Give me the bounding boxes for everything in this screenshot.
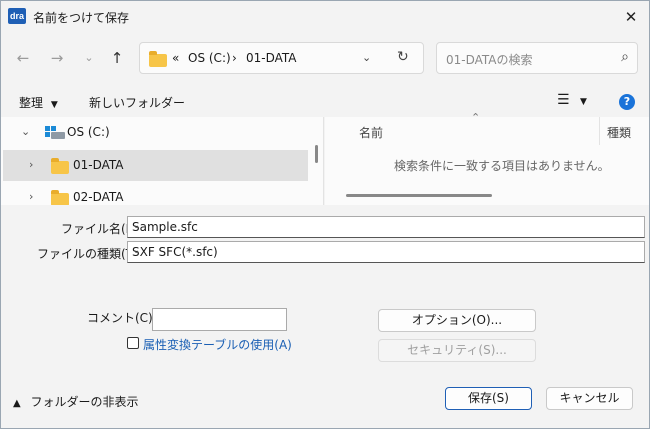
breadcrumb-separator[interactable]: › — [232, 51, 237, 65]
arrow-right-icon: → — [50, 49, 64, 67]
search-icon[interactable]: ⌕ — [621, 49, 629, 65]
arrow-up-icon: ↑ — [110, 49, 124, 67]
column-header-name[interactable]: 名前 — [359, 124, 383, 141]
organize-menu[interactable]: 整理 ▼ — [19, 94, 58, 111]
arrow-left-icon: ← — [16, 49, 30, 67]
view-options-button[interactable]: ☰ ▼ — [557, 92, 587, 108]
tree-scrollbar[interactable] — [315, 145, 318, 163]
title-bar: dra 名前をつけて保存 ✕ — [1, 1, 649, 33]
column-header-type[interactable]: 種類 — [607, 124, 631, 141]
refresh-icon[interactable]: ↻ — [397, 49, 409, 65]
column-divider[interactable] — [599, 117, 600, 145]
app-icon: dra — [8, 8, 26, 24]
command-toolbar: 整理 ▼ 新しいフォルダー ☰ ▼ ? — [1, 87, 649, 117]
help-icon[interactable]: ? — [619, 94, 635, 110]
list-view-icon: ☰ — [557, 92, 570, 108]
chevron-up-icon: ▲ — [13, 398, 21, 409]
folder-icon — [149, 51, 167, 67]
address-bar[interactable]: « OS (C:) › 01-DATA ⌄ ↻ — [139, 42, 424, 74]
empty-message: 検索条件に一致する項目はありません。 — [394, 159, 610, 173]
file-list-scrollbar[interactable] — [346, 194, 492, 197]
breadcrumb-overflow[interactable]: « — [172, 51, 179, 65]
filename-field[interactable]: Sample.sfc ⌄ — [127, 216, 645, 238]
chevron-right-icon[interactable]: › — [29, 190, 33, 203]
breadcrumb-os-c[interactable]: OS (C:) — [188, 51, 231, 65]
navigation-pane: ⌄ OS (C:) › 01-DATA › 02-DATA — [1, 117, 324, 205]
tree-item-label: OS (C:) — [67, 125, 110, 139]
tree-item-02-data[interactable]: › 02-DATA — [3, 182, 308, 205]
back-button[interactable]: ← — [13, 48, 33, 68]
attr-table-checkbox[interactable] — [127, 337, 139, 349]
chevron-down-icon: ⌄ — [84, 51, 94, 64]
sort-ascending-icon: ⌃ — [471, 111, 481, 124]
options-button[interactable]: オプション(O)... — [378, 309, 536, 332]
caret-down-icon: ▼ — [50, 100, 58, 110]
attr-table-label[interactable]: 属性変換テーブルの使用(A) — [143, 336, 292, 353]
search-box[interactable]: 01-DATAの検索 ⌕ — [436, 42, 638, 74]
new-folder-button[interactable]: 新しいフォルダー — [89, 94, 185, 111]
save-dialog: dra 名前をつけて保存 ✕ ← → ⌄ ↑ « OS (C:) › 01-DA… — [0, 0, 650, 429]
chevron-down-icon[interactable]: ⌄ — [132, 245, 640, 256]
caret-down-icon: ▼ — [580, 97, 587, 107]
drive-icon — [45, 126, 65, 139]
tree-item-label: 01-DATA — [73, 158, 124, 172]
tree-item-os-c[interactable]: ⌄ OS (C:) — [3, 117, 308, 148]
navigation-bar: ← → ⌄ ↑ « OS (C:) › 01-DATA ⌄ ↻ 01-DATAの… — [1, 39, 649, 77]
save-button[interactable]: 保存(S) — [445, 387, 532, 410]
close-icon: ✕ — [624, 8, 638, 26]
comment-input[interactable] — [152, 308, 287, 331]
forward-button[interactable]: → — [47, 48, 67, 68]
chevron-down-icon[interactable]: ⌄ — [132, 220, 640, 231]
cancel-button[interactable]: キャンセル — [546, 387, 633, 410]
address-dropdown-icon[interactable]: ⌄ — [362, 51, 371, 64]
recent-locations-button[interactable]: ⌄ — [79, 48, 99, 68]
tree-item-label: 02-DATA — [73, 190, 124, 204]
security-button[interactable]: セキュリティ(S)... — [378, 339, 536, 362]
chevron-right-icon[interactable]: › — [29, 158, 33, 171]
chevron-down-icon[interactable]: ⌄ — [21, 125, 30, 138]
close-button[interactable]: ✕ — [619, 5, 643, 29]
up-button[interactable]: ↑ — [107, 48, 127, 68]
filetype-select[interactable]: SXF SFC(*.sfc) ⌄ — [127, 241, 645, 263]
tree-item-01-data[interactable]: › 01-DATA — [3, 150, 308, 181]
dialog-footer: ▲ フォルダーの非表示 保存(S) キャンセル — [1, 373, 649, 428]
window-title: 名前をつけて保存 — [33, 11, 130, 25]
search-input[interactable]: 01-DATAの検索 — [446, 51, 533, 68]
breadcrumb-01-data[interactable]: 01-DATA — [246, 51, 297, 65]
folder-icon — [51, 158, 69, 174]
organize-label: 整理 — [19, 96, 44, 110]
folder-icon — [51, 190, 69, 205]
hide-folders-label: フォルダーの非表示 — [30, 395, 139, 409]
hide-folders-toggle[interactable]: ▲ フォルダーの非表示 — [13, 393, 139, 410]
